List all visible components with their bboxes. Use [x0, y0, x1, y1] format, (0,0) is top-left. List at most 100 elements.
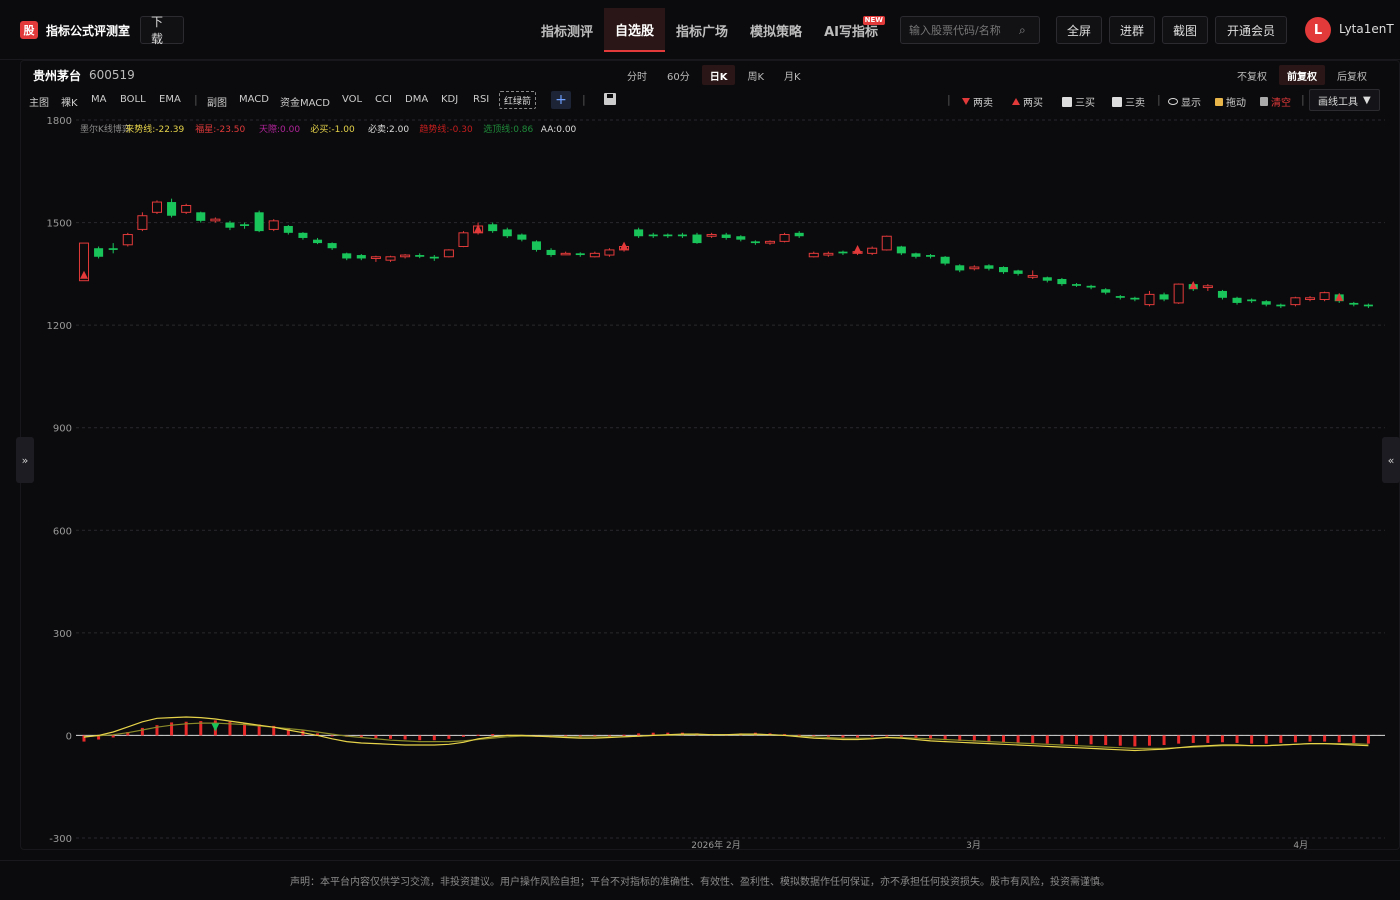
- candle-body: [1071, 284, 1082, 286]
- macd-bar: [1147, 735, 1151, 746]
- macd-bar: [432, 735, 436, 741]
- candle-body: [969, 266, 980, 270]
- legend-item: 来势线:-22.39: [125, 123, 184, 135]
- macd-bar: [856, 735, 860, 738]
- candle-body: [940, 256, 950, 264]
- candle-body: [1319, 292, 1330, 300]
- dif-line: [83, 716, 1369, 752]
- expand-right-handle[interactable]: «: [1382, 437, 1400, 483]
- legend-item: 福星:-23.50: [195, 123, 245, 135]
- expand-left-handle[interactable]: »: [16, 437, 34, 483]
- candle-body: [1115, 296, 1125, 298]
- candle-body: [998, 267, 1009, 273]
- macd-bar: [637, 733, 641, 736]
- legend-item: 天際:0.00: [259, 123, 300, 135]
- candle-body: [1173, 283, 1184, 304]
- macd-bar: [1074, 735, 1078, 745]
- candle-body: [1144, 293, 1155, 306]
- macd-bar: [461, 735, 465, 737]
- candle-body: [313, 239, 323, 244]
- candle-body: [779, 234, 790, 242]
- macd-bar: [1002, 735, 1006, 743]
- candle-body: [677, 234, 687, 237]
- macd-bar: [1308, 735, 1312, 742]
- sell-marker: [211, 723, 220, 732]
- candle-body: [955, 265, 965, 271]
- disclaimer: 声明：本平台内容仅供学习交流，非投资建议。用户操作风险自担；平台不对指标的准确性…: [0, 860, 1400, 900]
- candle-body: [589, 252, 600, 258]
- macd-bar: [1118, 735, 1122, 746]
- x-tick-label: 2026年 2月: [691, 839, 741, 851]
- macd-bar: [374, 735, 378, 739]
- candle-body: [984, 265, 994, 269]
- candle-body: [648, 234, 658, 237]
- candle-body: [268, 220, 279, 230]
- candle-body: [196, 212, 206, 221]
- candle-body: [1261, 301, 1271, 305]
- macd-bar: [885, 735, 889, 737]
- candle-body: [663, 234, 673, 237]
- candle-body: [225, 222, 235, 228]
- candle-body: [240, 224, 250, 226]
- candle-body: [1247, 299, 1257, 302]
- candle-body: [1276, 304, 1286, 307]
- macd-bar: [1133, 735, 1137, 747]
- candle-body: [1363, 304, 1373, 307]
- legend-item: 必买:-1.00: [310, 123, 355, 135]
- legend-item: AA:0.00: [541, 125, 577, 135]
- candle-body: [1101, 289, 1111, 293]
- x-tick-label: 4月: [1293, 840, 1308, 851]
- candle-body: [385, 256, 396, 261]
- macd-bar: [170, 722, 174, 736]
- y-tick-label: 1500: [47, 219, 72, 230]
- macd-bar: [111, 735, 115, 738]
- candle-body: [1159, 294, 1169, 300]
- candle-body: [896, 246, 906, 254]
- legend-item: 必卖:2.00: [368, 123, 409, 135]
- x-tick-label: 3月: [966, 840, 981, 851]
- candle-body: [181, 204, 192, 213]
- candle-body: [1027, 275, 1038, 278]
- y-tick-label: 1200: [47, 321, 72, 332]
- macd-bar: [491, 734, 495, 736]
- legend-item: 墨尔K线博弈: [80, 123, 131, 135]
- macd-bar: [1045, 735, 1049, 744]
- candle-body: [604, 249, 615, 256]
- candle-body: [151, 201, 163, 213]
- y-tick-label: -300: [49, 834, 72, 845]
- macd-bar: [1104, 735, 1108, 746]
- candle-body: [1202, 285, 1213, 289]
- legend-item: 趋势线:-0.30: [419, 123, 473, 135]
- y-tick-label: 900: [53, 424, 72, 435]
- macd-bar: [1264, 735, 1268, 744]
- candle-body: [298, 232, 308, 238]
- candle-body: [502, 229, 512, 237]
- kline-chart[interactable]: 1800 1500 1200 900 600 300 0 -300 墨尔K线博弈来势线:-22.…: [0, 0, 1400, 860]
- candle-body: [283, 225, 293, 233]
- candle-body: [122, 234, 133, 246]
- macd-bar: [1352, 735, 1356, 743]
- candle-body: [692, 234, 702, 244]
- macd-bar: [1250, 735, 1254, 744]
- y-tick-label: 600: [53, 526, 72, 537]
- macd-bar: [140, 727, 144, 736]
- candle-body: [808, 252, 819, 258]
- candle-body: [634, 229, 644, 237]
- candle-body: [342, 253, 352, 259]
- macd-bar: [622, 734, 626, 736]
- candle-body: [137, 215, 148, 230]
- macd-bar: [1220, 735, 1224, 743]
- candle-body: [911, 253, 921, 257]
- candle-body: [327, 243, 337, 249]
- buy-marker: [620, 241, 629, 250]
- candle-body: [838, 251, 848, 254]
- candle-body: [1217, 290, 1227, 298]
- macd-bar: [826, 735, 830, 737]
- candle-body: [458, 232, 469, 248]
- candle-body: [1304, 297, 1316, 300]
- macd-bar: [1031, 735, 1035, 743]
- candle-body: [517, 234, 527, 240]
- candle-body: [1057, 278, 1067, 285]
- macd-bar: [1235, 735, 1239, 743]
- macd-bar: [1060, 735, 1064, 744]
